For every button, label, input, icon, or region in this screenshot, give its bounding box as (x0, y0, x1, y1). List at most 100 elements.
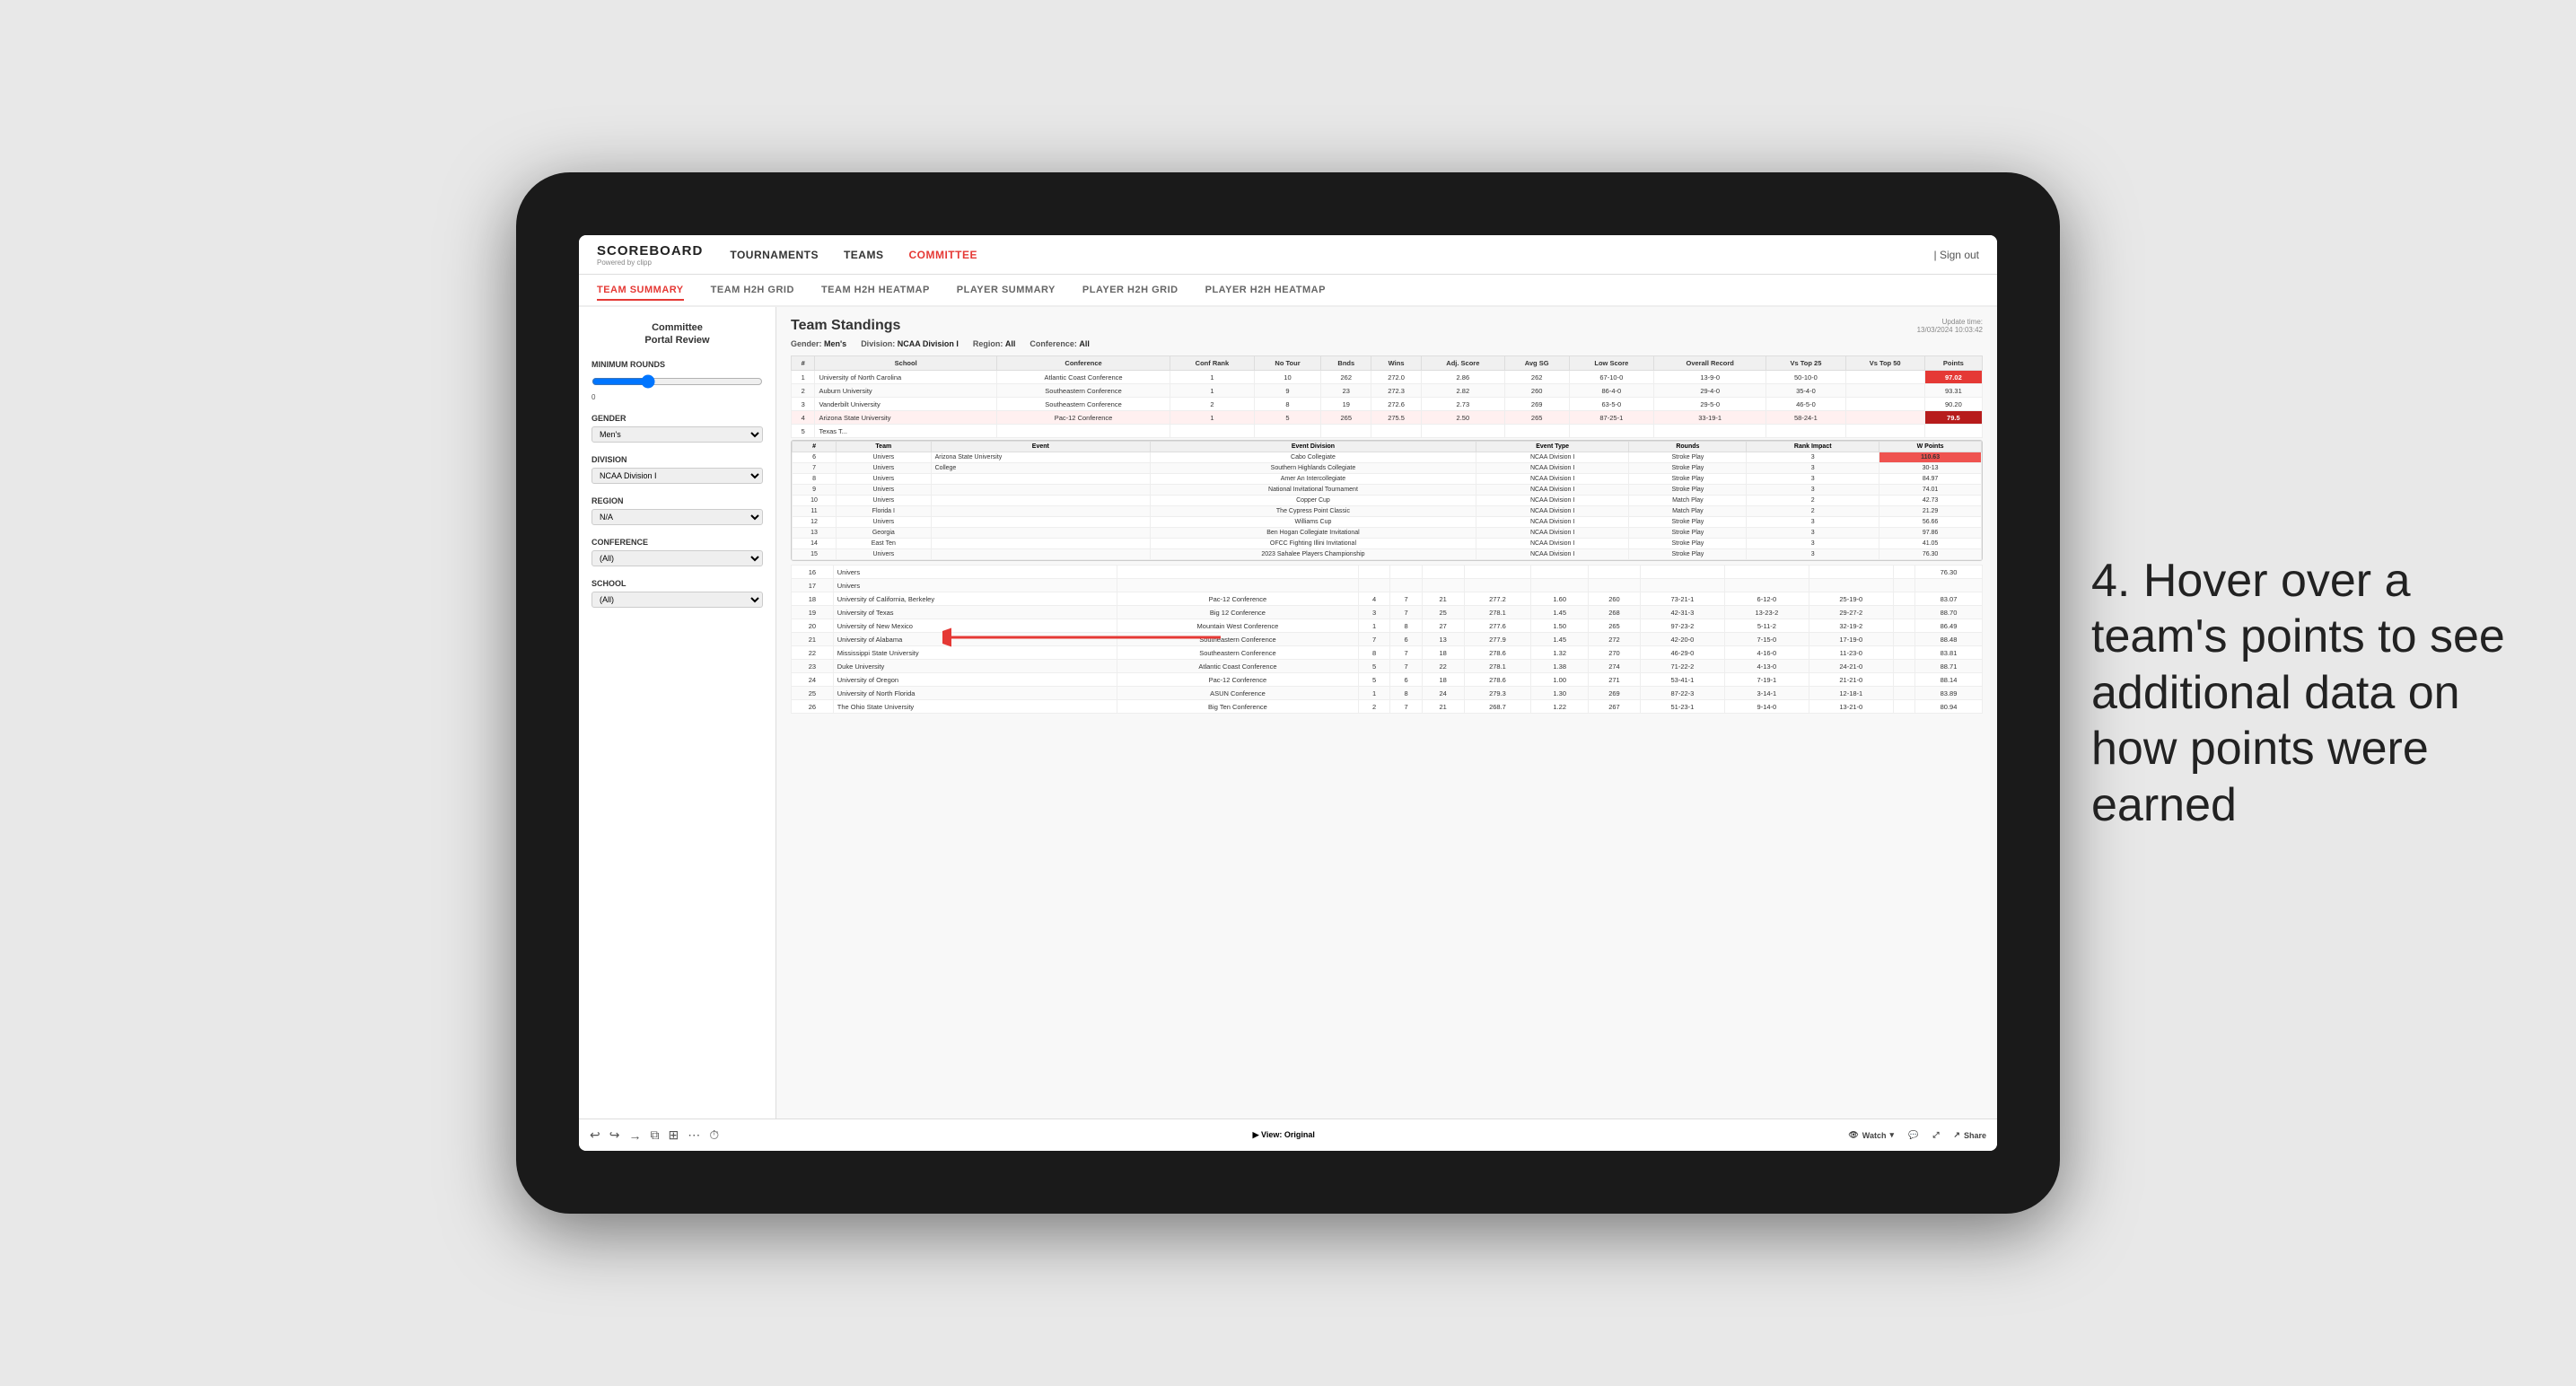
points-cell[interactable]: 90.20 (1924, 398, 1982, 411)
no-tour-cell (1254, 425, 1321, 438)
bnds-cell: 265 (1321, 411, 1371, 425)
avg-sg-cell: 260 (1504, 384, 1569, 398)
forward-icon[interactable]: → (628, 1128, 641, 1143)
vs-top25-cell: 29-27-2 (1809, 606, 1893, 619)
region-select[interactable]: N/A East West (591, 509, 763, 525)
event-pts-cell: 21.29 (1879, 506, 1982, 517)
points-cell[interactable]: 76.30 (1915, 566, 1983, 579)
avg-sg-cell (1504, 425, 1569, 438)
adj-score-cell: 1.32 (1531, 646, 1589, 660)
col-low-score: Low Score (1569, 356, 1653, 371)
watch-button[interactable]: 👁 Watch ▾ (1848, 1130, 1894, 1140)
school-cell: University of Texas (833, 606, 1117, 619)
settings-icon[interactable]: ⋯ (688, 1127, 700, 1143)
undo-icon[interactable]: ↩ (590, 1127, 600, 1143)
sign-out-button[interactable]: | Sign out (1934, 249, 1979, 261)
event-row: 15 Univers 2023 Sahalee Players Champion… (793, 549, 1982, 560)
conf-cell: Southeastern Conference (1117, 633, 1359, 646)
points-cell[interactable] (1924, 425, 1982, 438)
points-cell[interactable]: 88.70 (1915, 606, 1983, 619)
points-cell[interactable]: 88.71 (1915, 660, 1983, 673)
school-select[interactable]: (All) (591, 592, 763, 608)
points-cell[interactable]: 83.89 (1915, 687, 1983, 700)
event-div-cell: Cabo Collegiate (1151, 452, 1476, 463)
event-col-rank-impact: Rank Impact (1747, 442, 1879, 452)
points-cell[interactable]: 80.94 (1915, 700, 1983, 714)
wins-cell: 278.6 (1464, 646, 1531, 660)
table-row: 23 Duke University Atlantic Coast Confer… (792, 660, 1983, 673)
points-cell[interactable]: 83.81 (1915, 646, 1983, 660)
conference-select[interactable]: (All) (591, 550, 763, 566)
table-row: 16 Univers (792, 566, 1983, 579)
overall-record-cell (1654, 425, 1766, 438)
grid-icon[interactable]: ⊞ (668, 1127, 679, 1143)
filter-school: School (All) (591, 579, 763, 608)
redo-icon[interactable]: ↪ (609, 1127, 620, 1143)
nav-committee[interactable]: COMMITTEE (908, 245, 977, 265)
division-select[interactable]: NCAA Division I NCAA Division II NCAA Di… (591, 468, 763, 484)
col-conf-rank: Conf Rank (1170, 356, 1254, 371)
gender-select[interactable]: Men's Women's (591, 426, 763, 443)
points-cell[interactable]: 97.02 (1924, 371, 1982, 384)
overall-record-cell: 13-23-2 (1724, 606, 1809, 619)
conf-rank-cell (1358, 566, 1389, 579)
event-rank-impact: 3 (1747, 485, 1879, 496)
event-team-cell: 15 (793, 549, 837, 560)
conf-rank-cell: 5 (1358, 673, 1389, 687)
conf-cell: Big Ten Conference (1117, 700, 1359, 714)
copy-icon[interactable]: ⧉ (650, 1127, 659, 1143)
table-row: 22 Mississippi State University Southeas… (792, 646, 1983, 660)
points-cell[interactable]: 86.49 (1915, 619, 1983, 633)
avg-sg-cell: 260 (1589, 592, 1641, 606)
conf-rank-cell: 5 (1358, 660, 1389, 673)
tab-team-summary[interactable]: TEAM SUMMARY (597, 281, 684, 301)
points-cell[interactable]: 88.14 (1915, 673, 1983, 687)
event-type-cell: NCAA Division I (1476, 517, 1629, 528)
event-team-name: East Ten (837, 539, 932, 549)
col-avg-sg: Avg SG (1504, 356, 1569, 371)
tab-team-h2h-heatmap[interactable]: TEAM H2H HEATMAP (821, 281, 930, 299)
event-rounds-cell: Stroke Play (1629, 474, 1747, 485)
overall-record-cell: 7-15-0 (1724, 633, 1809, 646)
comment-button[interactable]: 💬 (1908, 1130, 1918, 1140)
nav-tournaments[interactable]: TOURNAMENTS (730, 245, 819, 265)
toolbar: ↩ ↪ → ⧉ ⊞ ⋯ ⏱ ▶ View: Original 👁 Watch ▾ (579, 1118, 1997, 1151)
tab-player-summary[interactable]: PLAYER SUMMARY (957, 281, 1056, 299)
event-col-team: # (793, 442, 837, 452)
points-cell[interactable]: 93.31 (1924, 384, 1982, 398)
tab-team-h2h-grid[interactable]: TEAM H2H GRID (711, 281, 794, 299)
rank-cell: 5 (792, 425, 815, 438)
event-table-inner: # Team Event Event Division Event Type R… (792, 441, 1982, 560)
bnds-cell: 21 (1422, 592, 1464, 606)
tab-player-h2h-heatmap[interactable]: PLAYER H2H HEATMAP (1205, 281, 1326, 299)
tab-player-h2h-grid[interactable]: PLAYER H2H GRID (1082, 281, 1178, 299)
school-cell: University of New Mexico (833, 619, 1117, 633)
standings-table: # School Conference Conf Rank No Tour Bn… (791, 355, 1983, 438)
low-score-cell: 97-23-2 (1640, 619, 1724, 633)
expand-button[interactable]: ⤢ (1932, 1130, 1939, 1140)
view-original-label[interactable]: ▶ View: Original (1253, 1130, 1315, 1140)
share-button[interactable]: ↗ Share (1953, 1130, 1986, 1140)
school-cell: Duke University (833, 660, 1117, 673)
timer-icon[interactable]: ⏱ (709, 1127, 719, 1143)
vs-top25-cell: 50-10-0 (1766, 371, 1845, 384)
event-name-cell (931, 539, 1151, 549)
points-cell[interactable]: 83.07 (1915, 592, 1983, 606)
points-cell-highlighted[interactable]: 79.5 (1924, 411, 1982, 425)
col-vs-top50: Vs Top 50 (1845, 356, 1924, 371)
nav-teams[interactable]: TEAMS (844, 245, 884, 265)
filter-division: Division NCAA Division I NCAA Division I… (591, 455, 763, 484)
event-type-cell: NCAA Division I (1476, 549, 1629, 560)
avg-sg-cell: 269 (1589, 687, 1641, 700)
points-cell[interactable] (1915, 579, 1983, 592)
min-rounds-slider[interactable] (591, 372, 763, 391)
toolbar-left: ↩ ↪ → ⧉ ⊞ ⋯ ⏱ (590, 1127, 719, 1143)
no-tour-cell: 8 (1390, 619, 1422, 633)
event-team-cell: 6 (793, 452, 837, 463)
adj-score-cell: 1.00 (1531, 673, 1589, 687)
vs-top25-cell: 12-18-1 (1809, 687, 1893, 700)
adj-score-cell: 1.45 (1531, 606, 1589, 619)
rank-cell: 18 (792, 592, 834, 606)
points-cell[interactable]: 88.48 (1915, 633, 1983, 646)
overall-record-cell: 5-11-2 (1724, 619, 1809, 633)
